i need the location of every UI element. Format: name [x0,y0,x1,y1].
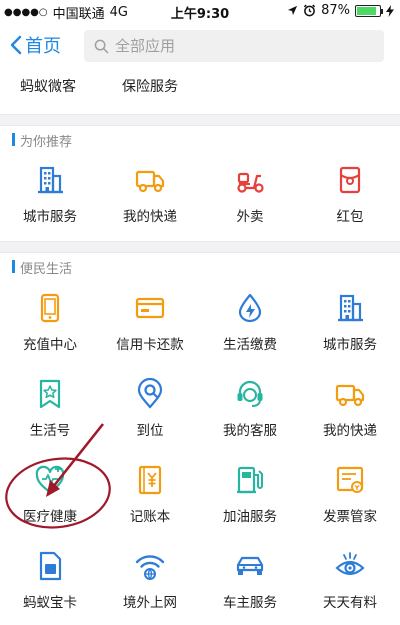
battery-fill [357,6,377,15]
scooter-icon [237,172,264,193]
app-label: 我的快递 [123,209,177,225]
phone-icon [40,293,60,323]
app-tile-car[interactable]: 车主服务 [200,538,300,625]
search-box[interactable] [84,30,384,62]
app-tile-headset[interactable]: 我的客服 [200,366,300,454]
credit-card-icon [135,297,165,319]
status-bar: ●●●●○ 中国联通 4G 上午9:30 87% [0,0,400,22]
partial-app-row: 蚂蚁微客 保险服务 [0,64,400,114]
yuan-book-icon [138,465,162,495]
app-tile-drop-bolt[interactable]: 生活缴费 [200,280,300,368]
drop-bolt-icon [238,293,262,323]
app-label: 信用卡还款 [116,337,184,353]
app-label: 我的快递 [323,423,377,439]
app-tile-location-pin[interactable]: 到位 [100,366,200,454]
app-tile-wifi-globe[interactable]: 境外上网 [100,538,200,625]
section-header-recommend: 为你推荐 [0,125,400,153]
fuel-pump-icon [237,466,263,494]
recommend-grid: 城市服务 我的快递 外卖 红包 [0,152,400,240]
wifi-globe-icon [135,555,165,581]
app-label: 红包 [336,209,364,225]
app-label: 蚂蚁宝卡 [23,595,77,611]
section-marker [12,260,15,273]
app-label: 外卖 [236,209,264,225]
app-tile-fuel-pump[interactable]: 加油服务 [200,452,300,540]
alarm-clock-icon [303,4,316,17]
car-icon [236,556,264,575]
battery-icon [355,4,383,17]
app-tile-scooter[interactable]: 外卖 [200,152,300,240]
section-header-life: 便民生活 [0,252,400,280]
app-label[interactable]: 保险服务 [122,76,178,96]
delivery-truck-icon [335,384,365,407]
app-tile-sim-card[interactable]: 蚂蚁宝卡 [0,538,100,625]
app-tile-credit-card[interactable]: 信用卡还款 [100,280,200,368]
delivery-truck-icon [135,170,165,193]
app-label: 城市服务 [23,209,77,225]
app-tile-red-envelope[interactable]: 红包 [300,152,400,240]
app-tile-delivery-truck[interactable]: 我的快递 [100,152,200,240]
app-label: 生活号 [29,423,71,439]
app-label: 天天有料 [323,595,377,611]
app-label: 生活缴费 [223,337,277,353]
app-tile-medical-heart[interactable]: 医疗健康 [0,452,100,540]
location-arrow-icon [288,5,298,16]
city-building-icon [338,294,363,322]
app-label: 加油服务 [223,509,277,525]
app-label: 境外上网 [123,595,177,611]
life-services-grid: 充值中心 信用卡还款 生活缴费 城市服务生活号 到位 我的客服 我的快递医疗健康 记账本 加油服… [0,280,400,625]
app-tile-star-bookmark[interactable]: 生活号 [0,366,100,454]
app-tile-delivery-truck[interactable]: 我的快递 [300,366,400,454]
section-marker [12,133,15,146]
app-label: 充值中心 [23,337,77,353]
eye-broadcast-icon [335,552,365,576]
app-label: 记账本 [129,509,171,525]
city-building-icon [38,166,63,194]
app-label: 车主服务 [223,595,277,611]
sim-card-icon [39,551,62,581]
invoice-icon [336,466,364,493]
app-label: 我的客服 [223,423,277,439]
app-tile-city-building[interactable]: 城市服务 [300,280,400,368]
navigation-bar: 首页 [0,24,400,68]
app-tile-yuan-book[interactable]: 记账本 [100,452,200,540]
app-label: 医疗健康 [23,509,77,525]
battery-percent: 87% [321,3,350,18]
app-tile-phone[interactable]: 充值中心 [0,280,100,368]
red-envelope-icon [339,166,361,194]
back-button[interactable]: 首页 [10,32,61,58]
charging-bolt-icon [386,4,394,17]
app-label: 到位 [136,423,164,439]
back-label: 首页 [25,36,61,57]
headset-icon [237,380,263,407]
search-input[interactable] [115,37,365,55]
app-tile-invoice[interactable]: 发票管家 [300,452,400,540]
app-tile-city-building[interactable]: 城市服务 [0,152,100,240]
section-title: 便民生活 [20,262,73,277]
app-label: 城市服务 [323,337,377,353]
app-label[interactable]: 蚂蚁微客 [20,76,76,96]
star-bookmark-icon [39,379,61,409]
medical-heart-icon [35,465,65,494]
app-label: 发票管家 [323,509,377,525]
chevron-left-icon [10,35,22,55]
section-title: 为你推荐 [20,135,73,150]
status-right: 87% [287,3,394,18]
app-tile-eye-broadcast[interactable]: 天天有料 [300,538,400,625]
location-pin-icon [137,378,163,409]
search-icon [94,39,109,53]
